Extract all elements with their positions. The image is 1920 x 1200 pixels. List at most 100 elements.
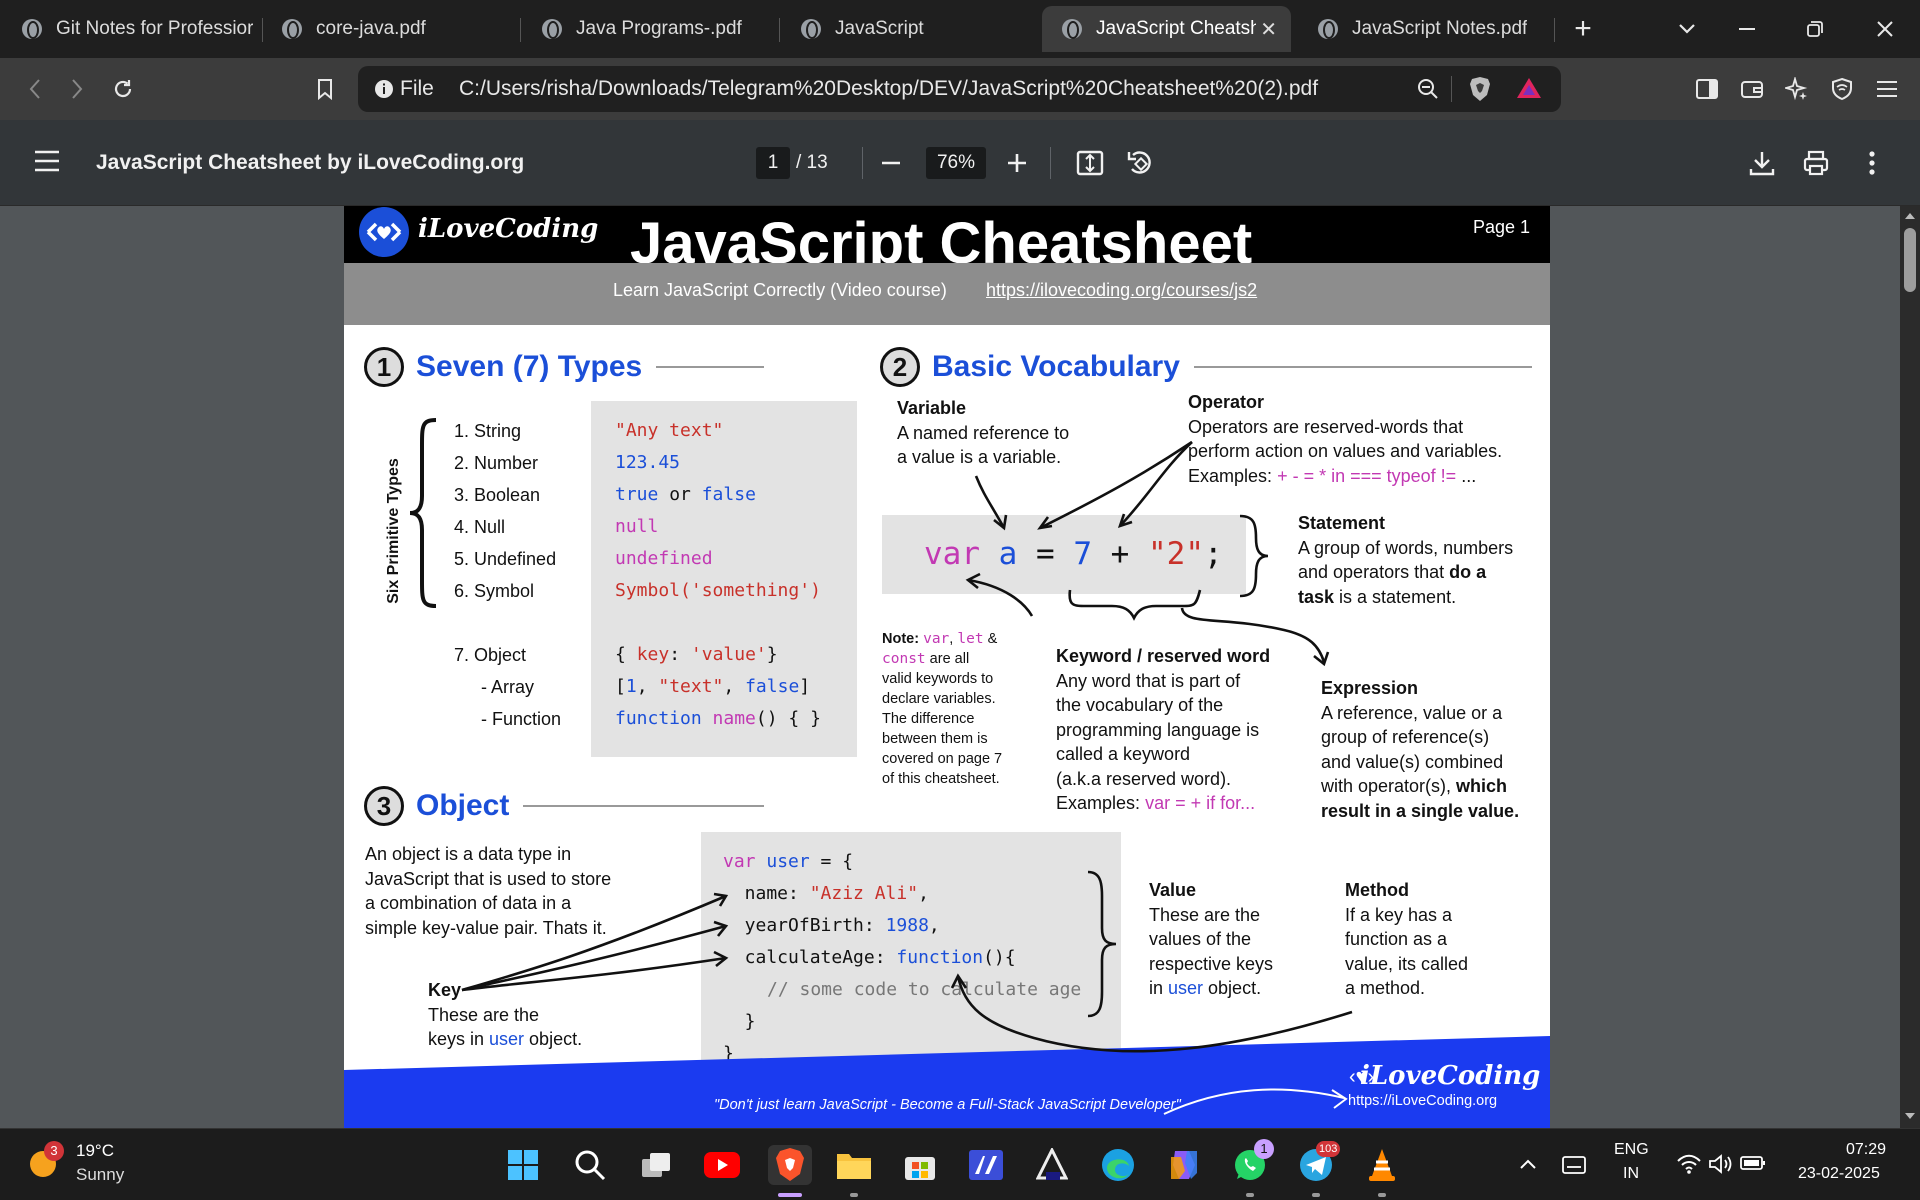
brave-browser-app[interactable] [768, 1145, 812, 1185]
chevron-up-icon [1520, 1159, 1536, 1169]
vpn-shield-icon [1832, 77, 1852, 101]
brave-rewards-icon[interactable] [1516, 76, 1542, 100]
zoom-in-button[interactable] [1006, 146, 1036, 180]
youtube-app[interactable] [702, 1145, 742, 1185]
rotate-icon [1127, 151, 1151, 174]
input-region[interactable]: IN [1623, 1165, 1639, 1183]
scroll-down-arrow-icon[interactable] [1905, 1112, 1915, 1120]
tab-java-programs[interactable]: Java Programs-.pdf [520, 6, 779, 52]
tab-javascript[interactable]: JavaScript [779, 6, 1039, 52]
running-app-indicator [850, 1193, 858, 1197]
weather-widget[interactable]: 3 [26, 1141, 66, 1185]
download-button[interactable] [1748, 146, 1782, 180]
pdf-menu-button[interactable] [30, 144, 66, 180]
page-number-input[interactable]: 1 [756, 147, 790, 179]
tab-strip: Git Notes for Professior core-java.pdf J… [0, 0, 1920, 58]
vlc-app[interactable] [1362, 1145, 1402, 1185]
task-view-icon [642, 1153, 670, 1177]
hamburger-icon [35, 150, 59, 172]
wifi-icon [1677, 1154, 1701, 1174]
restore-button[interactable] [1792, 10, 1838, 48]
download-icon [1749, 152, 1775, 176]
search-taskbar-button[interactable] [570, 1145, 610, 1185]
tab-javascript-notes[interactable]: JavaScript Notes.pdf [1296, 6, 1552, 52]
plus-icon [1008, 154, 1026, 172]
vertical-scrollbar[interactable] [1900, 206, 1920, 1128]
sidebar-button[interactable] [1686, 68, 1728, 110]
close-tab-icon[interactable]: ✕ [1260, 17, 1277, 42]
sparkle-icon [1785, 77, 1808, 101]
keyboard-icon [1562, 1156, 1586, 1174]
touch-keyboard-button[interactable] [1562, 1151, 1590, 1177]
zoom-out-button[interactable] [880, 146, 910, 180]
tab-core-java[interactable]: core-java.pdf [262, 6, 520, 52]
clock-time[interactable]: 07:29 [1846, 1141, 1886, 1159]
copilot-app[interactable] [1164, 1145, 1204, 1185]
file-explorer-app[interactable] [834, 1145, 874, 1185]
rotate-button[interactable] [1126, 146, 1160, 180]
whatsapp-app[interactable]: 1 [1230, 1139, 1274, 1185]
weather-temp: 19°C [76, 1141, 114, 1160]
print-button[interactable] [1802, 146, 1836, 180]
new-tab-button[interactable]: + [1560, 10, 1606, 48]
weather-desc: Sunny [76, 1165, 125, 1184]
running-app-indicator [1246, 1193, 1254, 1197]
show-hidden-icons-button[interactable] [1515, 1151, 1541, 1177]
reload-button[interactable] [102, 68, 144, 110]
folder-icon [837, 1154, 871, 1179]
search-icon [575, 1150, 606, 1181]
telegram-app[interactable]: 103 [1296, 1141, 1341, 1185]
scroll-up-arrow-icon[interactable] [1905, 212, 1915, 220]
arrow-right-icon [72, 79, 83, 99]
zoom-level-input[interactable]: 76% [926, 147, 986, 179]
forward-button[interactable] [56, 68, 98, 110]
edge-app[interactable] [1098, 1145, 1138, 1185]
wallet-button[interactable] [1731, 68, 1773, 110]
url-text[interactable]: C:/Users/risha/Downloads/Telegram%20Desk… [459, 77, 1318, 101]
omnibox-divider [1451, 76, 1452, 102]
pdf-viewer[interactable]: iLoveCoding JavaScript Cheatsheet Page 1… [0, 206, 1920, 1128]
live-app[interactable] [1032, 1145, 1072, 1185]
hamburger-icon [1877, 81, 1897, 97]
copilot-icon [1171, 1151, 1197, 1179]
back-button[interactable] [14, 68, 56, 110]
weather-badge: 3 [44, 1141, 64, 1161]
store-icon [905, 1157, 935, 1180]
whatsapp-badge: 1 [1254, 1139, 1274, 1159]
close-window-button[interactable] [1862, 10, 1908, 48]
microsoft-store-app[interactable] [900, 1145, 940, 1185]
scrollbar-thumb[interactable] [1904, 228, 1916, 292]
tab-git-notes[interactable]: Git Notes for Professior [0, 6, 262, 52]
arrow-left-icon [29, 79, 40, 99]
quick-settings-button[interactable] [1672, 1147, 1772, 1181]
editor-app[interactable] [966, 1145, 1006, 1185]
globe-icon [22, 19, 42, 39]
fit-page-button[interactable] [1076, 146, 1110, 180]
zoom-icon[interactable] [1416, 77, 1440, 101]
main-menu-button[interactable] [1866, 68, 1908, 110]
bookmark-button[interactable] [304, 68, 346, 110]
brave-shields-icon[interactable] [1468, 76, 1492, 102]
file-scheme-label: File [400, 77, 434, 100]
running-app-indicator [1378, 1193, 1386, 1197]
restore-icon [1807, 21, 1823, 37]
telegram-badge: 103 [1316, 1141, 1341, 1157]
globe-icon [542, 19, 562, 39]
more-actions-button[interactable] [1860, 146, 1884, 180]
leo-ai-button[interactable] [1776, 68, 1818, 110]
speaker-icon [1709, 1154, 1732, 1174]
vpn-button[interactable] [1821, 68, 1863, 110]
minimize-button[interactable] [1724, 10, 1770, 48]
tab-javascript-cheatsheet[interactable]: JavaScript Cheatsh ✕ [1042, 6, 1291, 52]
task-view-button[interactable] [636, 1145, 676, 1185]
tab-search-button[interactable] [1664, 10, 1710, 48]
clock-date[interactable]: 23-02-2025 [1798, 1165, 1880, 1183]
input-language[interactable]: ENG [1614, 1141, 1649, 1159]
start-button[interactable] [503, 1145, 543, 1185]
brave-lion-icon [776, 1148, 804, 1181]
edge-icon [1102, 1149, 1134, 1181]
pdf-toolbar: JavaScript Cheatsheet by iLoveCoding.org… [0, 120, 1920, 206]
address-bar[interactable]: File C:/Users/risha/Downloads/Telegram%2… [358, 66, 1561, 112]
wallet-icon [1741, 81, 1763, 98]
pdf-page: iLoveCoding JavaScript Cheatsheet Page 1… [344, 206, 1550, 1128]
